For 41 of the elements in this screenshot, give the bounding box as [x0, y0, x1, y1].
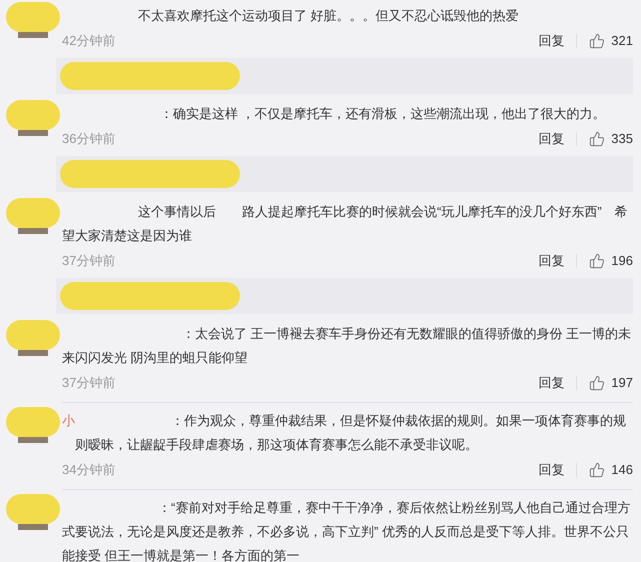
reply-preview[interactable] — [56, 58, 633, 94]
like-button[interactable]: 146 — [589, 460, 633, 480]
thumbs-up-icon — [589, 253, 606, 269]
avatar[interactable] — [18, 350, 48, 356]
redaction-mark — [6, 100, 60, 130]
thumbs-up-icon — [589, 33, 606, 49]
comment-time: 37分钟前 — [62, 252, 116, 270]
redaction-mark — [6, 494, 60, 524]
avatar[interactable] — [18, 32, 48, 38]
comment-time: 36分钟前 — [62, 130, 116, 148]
reply-link[interactable]: 回复 — [538, 31, 564, 51]
comment-time: 42分钟前 — [62, 32, 116, 50]
reply-link[interactable]: 回复 — [538, 460, 564, 480]
comment-text: ：太会说了 王一博褪去赛车手身份还有无数耀眼的值得骄傲的身份 王一博的未来闪闪发光 阴沟里的蛆只能仰望 — [62, 325, 632, 367]
like-button[interactable]: 335 — [589, 129, 633, 149]
avatar[interactable] — [18, 524, 48, 530]
like-button[interactable]: 196 — [589, 251, 633, 271]
like-button[interactable]: 321 — [589, 31, 633, 51]
thumbs-up-icon — [589, 462, 606, 478]
thumbs-up-icon — [589, 375, 606, 391]
redaction-mark — [6, 198, 60, 228]
thumbs-up-icon — [589, 131, 606, 147]
avatar[interactable] — [18, 228, 48, 234]
reply-link[interactable]: 回复 — [538, 373, 564, 393]
reply-link[interactable]: 回复 — [538, 251, 564, 271]
redaction-mark — [6, 320, 60, 350]
comment-text: ：“赛前对对手给足尊重，赛中干干净净，赛后依然让粉丝别骂人他自己通过合理方式要说法，无论是风度还是教养，不必多说，高下立判” 优秀的人反而总是受下等人排。世界不公只能接受 但王一博就是第一！各方面的第一 — [62, 499, 632, 562]
comment-text: 不太喜欢摩托这个运动项目了 好脏。。。但又不忍心诋毁他的热爱 — [137, 7, 520, 25]
comment-time: 34分钟前 — [62, 461, 116, 480]
like-button[interactable]: 197 — [589, 373, 633, 393]
comment-text: 这个事情以后 路人提起摩托车比赛的时候就会说“玩儿摩托车的没几个好东西” 希望大家清楚这是因为谁 — [62, 203, 629, 245]
reply-link[interactable]: 回复 — [538, 129, 564, 149]
comment-time: 37分钟前 — [62, 374, 116, 392]
comment-text: ：确实是这样 ，不仅是摩托车，还有滑板，这些潮流出现，他出了很大的力。 — [159, 105, 607, 123]
avatar[interactable] — [18, 437, 48, 443]
reply-preview[interactable] — [56, 156, 633, 192]
redaction-mark — [6, 2, 60, 32]
avatar[interactable] — [18, 130, 48, 136]
comment-text: ：作为观众，尊重仲裁结果，但是怀疑仲裁依据的规则。如果一项体育赛事的规则暧昧，让龌龊手段肆虐赛场，那这项体育赛事怎么能不承受非议呢。 — [75, 412, 627, 454]
redaction-mark — [6, 407, 60, 437]
reply-preview[interactable] — [56, 278, 633, 314]
